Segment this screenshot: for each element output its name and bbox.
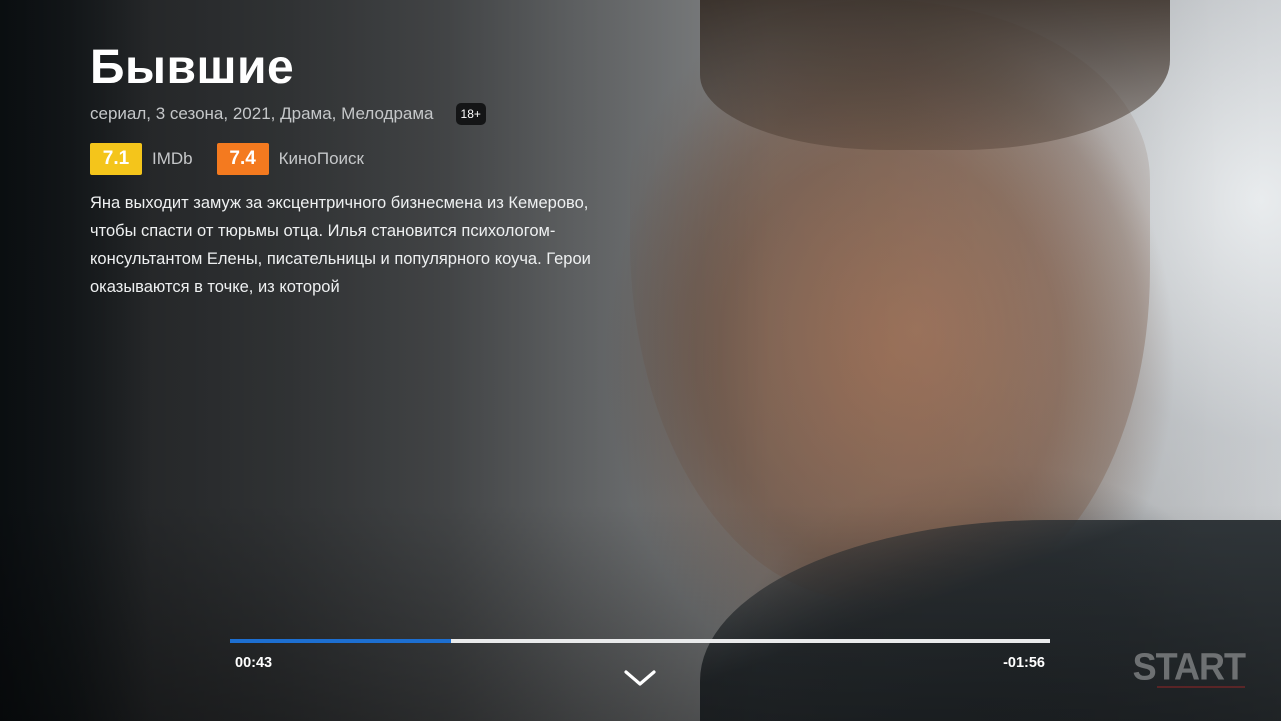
ratings-row: 7.1 IMDb 7.4 КиноПоиск — [90, 143, 388, 175]
kinopoisk-label: КиноПоиск — [278, 149, 364, 168]
start-logo-underline — [1157, 686, 1245, 688]
time-elapsed: 00:43 — [235, 655, 273, 671]
show-description: Яна выходит замуж за эксцентричного бизн… — [90, 194, 591, 296]
progress-bar[interactable] — [230, 639, 1050, 643]
show-meta: сериал, 3 сезона, 2021, Драма, Мелодрама… — [90, 103, 486, 125]
kinopoisk-score: 7.4 — [216, 143, 269, 175]
age-rating-badge: 18+ — [455, 103, 486, 125]
start-logo: START — [1132, 644, 1246, 688]
time-remaining: -01:56 — [1003, 655, 1045, 671]
show-title: Бывшие — [90, 41, 295, 94]
imdb-label: IMDb — [152, 149, 193, 168]
show-meta-text: сериал, 3 сезона, 2021, Драма, Мелодрама — [90, 104, 434, 123]
progress-bar-fill — [230, 639, 452, 643]
chevron-down-icon[interactable] — [622, 666, 658, 690]
imdb-score: 7.1 — [90, 143, 142, 175]
